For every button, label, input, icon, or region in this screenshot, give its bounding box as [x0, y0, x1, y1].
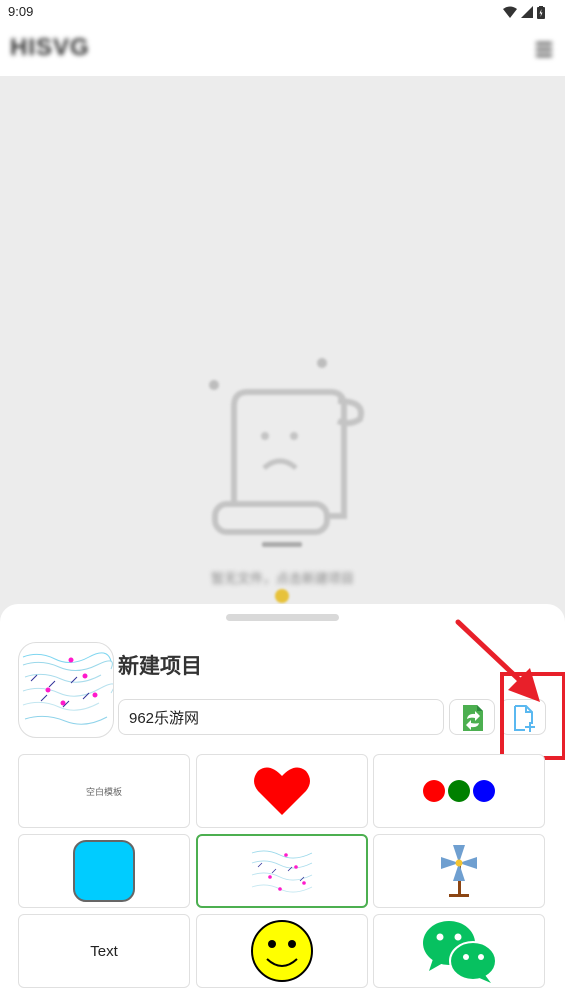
app-title: HISVG [10, 34, 90, 61]
menu-icon[interactable] [535, 40, 553, 58]
app-bar: HISVG [0, 24, 565, 76]
template-rounded-square[interactable] [18, 834, 190, 908]
wifi-icon [503, 6, 517, 18]
hint-icon [275, 589, 289, 603]
template-circles[interactable] [373, 754, 545, 828]
project-thumbnail[interactable] [18, 642, 114, 738]
empty-document-icon [209, 358, 364, 547]
project-preview-image [22, 652, 113, 725]
smiley-face-icon [251, 920, 313, 982]
status-time: 9:09 [8, 4, 34, 19]
empty-state-message: 暂无文件，点击新建项目 [210, 571, 354, 586]
template-text[interactable]: Text [18, 914, 190, 988]
three-circles-icon [423, 780, 495, 802]
template-smiley[interactable] [196, 914, 368, 988]
windmill-icon [441, 845, 477, 897]
sheet-drag-handle[interactable] [226, 614, 339, 621]
sheet-title: 新建项目 [118, 655, 202, 678]
template-text-label: Text [90, 942, 118, 960]
project-name-input[interactable] [118, 699, 444, 735]
status-bar: 9:09 [0, 0, 565, 24]
pattern-preview-image [251, 850, 313, 893]
empty-state [0, 76, 565, 616]
wechat-icon [423, 921, 497, 983]
heart-icon [254, 767, 310, 815]
annotation-arrow [455, 619, 540, 702]
template-pattern-selected[interactable] [196, 834, 368, 908]
rounded-square-icon [73, 840, 135, 902]
battery-icon [537, 5, 545, 19]
signal-icon [521, 6, 533, 18]
template-windmill[interactable] [373, 834, 545, 908]
template-blank[interactable]: 空白模板 [18, 754, 190, 828]
template-wechat[interactable] [373, 914, 545, 988]
template-blank-label: 空白模板 [85, 786, 122, 797]
status-icons [503, 5, 545, 19]
template-heart[interactable] [196, 754, 368, 828]
